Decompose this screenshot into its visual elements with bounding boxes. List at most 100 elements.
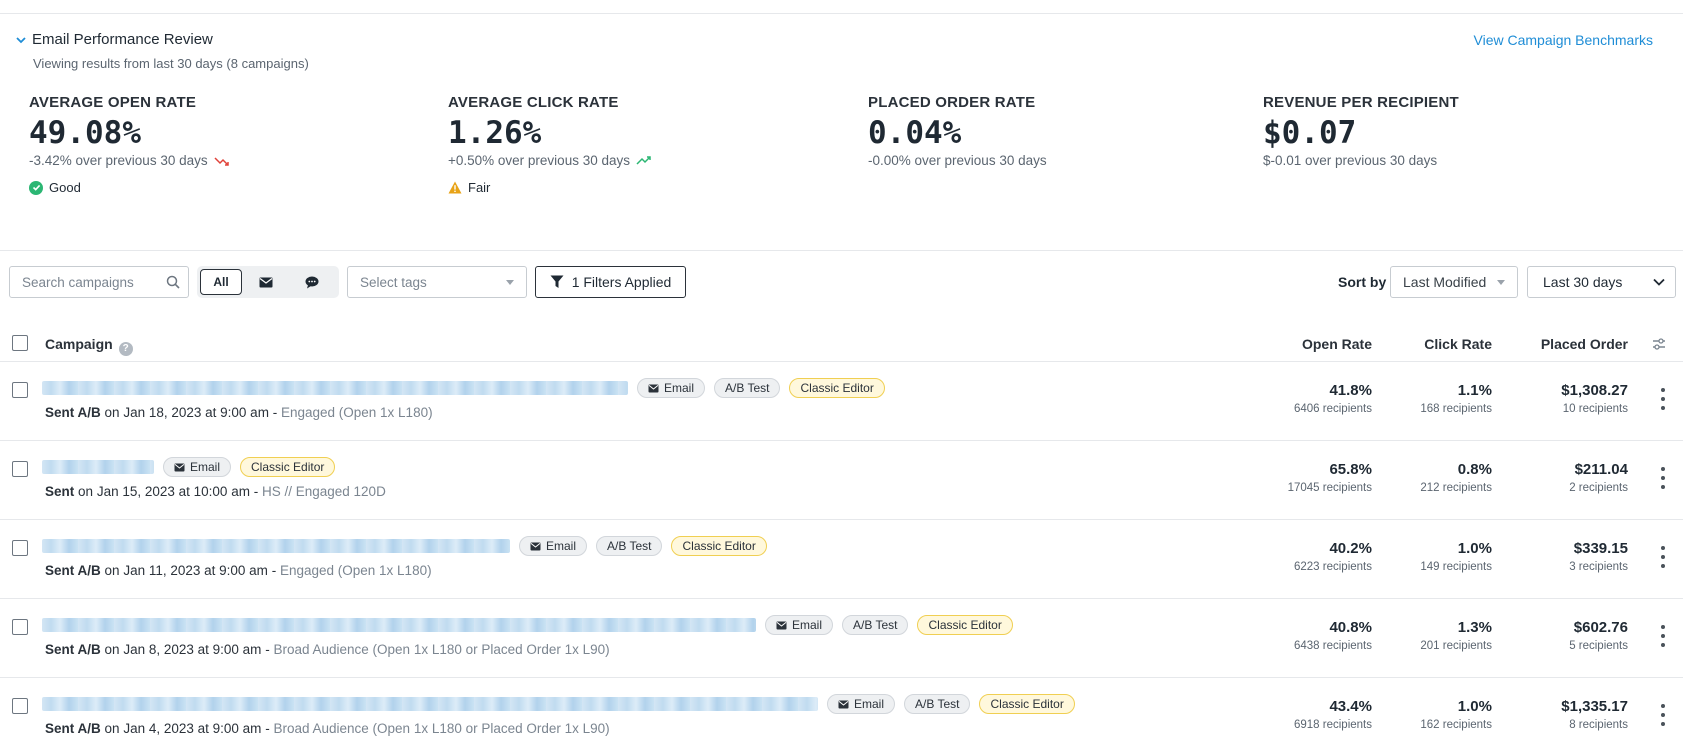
channel-email-button[interactable] xyxy=(244,269,288,295)
open-rate-recipients: 6438 recipients xyxy=(1294,640,1372,652)
placed-order-value: $602.76 xyxy=(1573,619,1628,636)
tag-classic-editor: Classic Editor xyxy=(979,694,1075,714)
review-header-toggle[interactable]: Email Performance Review xyxy=(16,31,213,48)
click-rate-value: 1.3% xyxy=(1457,619,1492,636)
row-checkbox[interactable] xyxy=(12,540,28,556)
click-rate-value: 1.0% xyxy=(1457,540,1492,557)
campaign-name-link[interactable] xyxy=(42,618,756,632)
tag-email: Email xyxy=(827,694,896,714)
campaign-name-link[interactable] xyxy=(42,539,510,553)
review-subtitle: Viewing results from last 30 days (8 cam… xyxy=(33,56,309,71)
sent-on: on xyxy=(104,721,120,736)
sent-type: Sent A/B xyxy=(45,642,101,657)
top-divider xyxy=(0,13,1683,14)
search-box[interactable] xyxy=(9,266,189,298)
click-rate-cell: 1.0% 149 recipients xyxy=(1420,540,1492,573)
column-open-rate[interactable]: Open Rate xyxy=(1302,336,1372,352)
table-row[interactable]: Email A/B Test Classic Editor Sent A/B o… xyxy=(0,678,1683,743)
metric-label: REVENUE PER RECIPIENT xyxy=(1263,94,1459,111)
sort-value: Last Modified xyxy=(1403,274,1487,290)
open-rate-value: 41.8% xyxy=(1329,382,1372,399)
campaign-name-link[interactable] xyxy=(42,460,154,474)
table-row[interactable]: Email A/B Test Classic Editor Sent A/B o… xyxy=(0,599,1683,678)
column-click-rate[interactable]: Click Rate xyxy=(1424,336,1492,352)
tag-label: Email xyxy=(854,697,885,711)
sent-type: Sent A/B xyxy=(45,405,101,420)
row-more-menu-icon[interactable] xyxy=(1657,625,1669,647)
help-icon[interactable]: ? xyxy=(118,341,133,356)
tag-email: Email xyxy=(163,457,232,477)
tag-email: Email xyxy=(765,615,834,635)
metric-placed-order-rate: PLACED ORDER RATE 0.04% -0.00% over prev… xyxy=(868,94,1047,168)
click-rate-recipients: 149 recipients xyxy=(1420,561,1492,573)
search-input[interactable] xyxy=(22,274,162,290)
metric-change-text: $-0.01 over previous 30 days xyxy=(1263,153,1438,168)
column-campaign-label: Campaign xyxy=(45,336,113,352)
tag-ab-test: A/B Test xyxy=(842,615,909,635)
row-more-menu-icon[interactable] xyxy=(1657,388,1669,410)
tag-label: Email xyxy=(664,381,695,395)
column-campaign: Campaign? xyxy=(45,336,133,356)
open-rate-recipients: 17045 recipients xyxy=(1287,482,1372,494)
tag-label: Email xyxy=(546,539,577,553)
click-rate-cell: 1.1% 168 recipients xyxy=(1420,382,1492,415)
search-icon[interactable] xyxy=(166,275,180,289)
metric-status: Fair xyxy=(448,180,652,195)
row-more-menu-icon[interactable] xyxy=(1657,467,1669,489)
row-checkbox[interactable] xyxy=(12,461,28,477)
channel-sms-button[interactable] xyxy=(290,269,334,295)
row-checkbox[interactable] xyxy=(12,382,28,398)
placed-order-recipients: 2 recipients xyxy=(1569,482,1628,494)
placed-order-value: $339.15 xyxy=(1573,540,1628,557)
metric-change: $-0.01 over previous 30 days xyxy=(1263,153,1459,168)
row-more-menu-icon[interactable] xyxy=(1657,704,1669,726)
date-range-select[interactable]: Last 30 days xyxy=(1527,266,1676,298)
open-rate-cell: 43.4% 6918 recipients xyxy=(1294,698,1372,731)
tags-placeholder: Select tags xyxy=(360,274,427,290)
row-checkbox[interactable] xyxy=(12,698,28,714)
open-rate-value: 43.4% xyxy=(1329,698,1372,715)
click-rate-cell: 0.8% 212 recipients xyxy=(1420,461,1492,494)
warning-icon xyxy=(448,181,462,194)
click-rate-cell: 1.0% 162 recipients xyxy=(1420,698,1492,731)
sent-date: Jan 8, 2023 at 9:00 am xyxy=(123,642,262,657)
channel-all-button[interactable]: All xyxy=(200,269,242,295)
metric-open-rate: AVERAGE OPEN RATE 49.08% -3.42% over pre… xyxy=(29,94,230,195)
metric-value: 0.04% xyxy=(868,115,962,151)
metric-change: -3.42% over previous 30 days xyxy=(29,153,230,168)
sent-audience: Engaged (Open 1x L180) xyxy=(279,563,432,578)
filters-button[interactable]: 1 Filters Applied xyxy=(535,266,686,298)
sent-on: on xyxy=(104,642,120,657)
chevron-down-icon xyxy=(16,36,26,43)
channel-filter: All xyxy=(197,266,339,298)
table-row[interactable]: Email A/B Test Classic Editor Sent A/B o… xyxy=(0,362,1683,441)
click-rate-cell: 1.3% 201 recipients xyxy=(1420,619,1492,652)
row-more-menu-icon[interactable] xyxy=(1657,546,1669,568)
column-placed-order[interactable]: Placed Order xyxy=(1541,336,1628,352)
envelope-icon xyxy=(648,384,659,392)
campaign-sent-info: Sent on Jan 15, 2023 at 10:00 am - HS //… xyxy=(45,484,386,499)
campaign-name-link[interactable] xyxy=(42,381,628,395)
placed-order-cell: $1,308.27 10 recipients xyxy=(1561,382,1628,415)
sent-separator: - xyxy=(271,563,277,578)
tag-classic-editor: Classic Editor xyxy=(240,457,336,477)
select-all-checkbox[interactable] xyxy=(12,335,28,351)
tags-select[interactable]: Select tags xyxy=(347,266,527,298)
metric-click-rate: AVERAGE CLICK RATE 1.26% +0.50% over pre… xyxy=(448,94,652,195)
campaign-title-line: Email A/B Test Classic Editor xyxy=(42,378,885,398)
click-rate-recipients: 162 recipients xyxy=(1420,719,1492,731)
campaign-title-line: Email A/B Test Classic Editor xyxy=(42,536,767,556)
envelope-icon xyxy=(776,621,787,629)
tag-classic-editor: Classic Editor xyxy=(917,615,1013,635)
tag-ab-test: A/B Test xyxy=(904,694,971,714)
sort-select[interactable]: Last Modified xyxy=(1390,266,1518,298)
view-benchmarks-link[interactable]: View Campaign Benchmarks xyxy=(1474,32,1654,48)
sort-label: Sort by xyxy=(1338,274,1387,290)
column-settings-icon[interactable] xyxy=(1652,337,1666,351)
campaign-name-link[interactable] xyxy=(42,697,818,711)
sent-type: Sent xyxy=(45,484,75,499)
table-row[interactable]: Email Classic Editor Sent on Jan 15, 202… xyxy=(0,441,1683,520)
click-rate-value: 1.0% xyxy=(1457,698,1492,715)
row-checkbox[interactable] xyxy=(12,619,28,635)
table-row[interactable]: Email A/B Test Classic Editor Sent A/B o… xyxy=(0,520,1683,599)
